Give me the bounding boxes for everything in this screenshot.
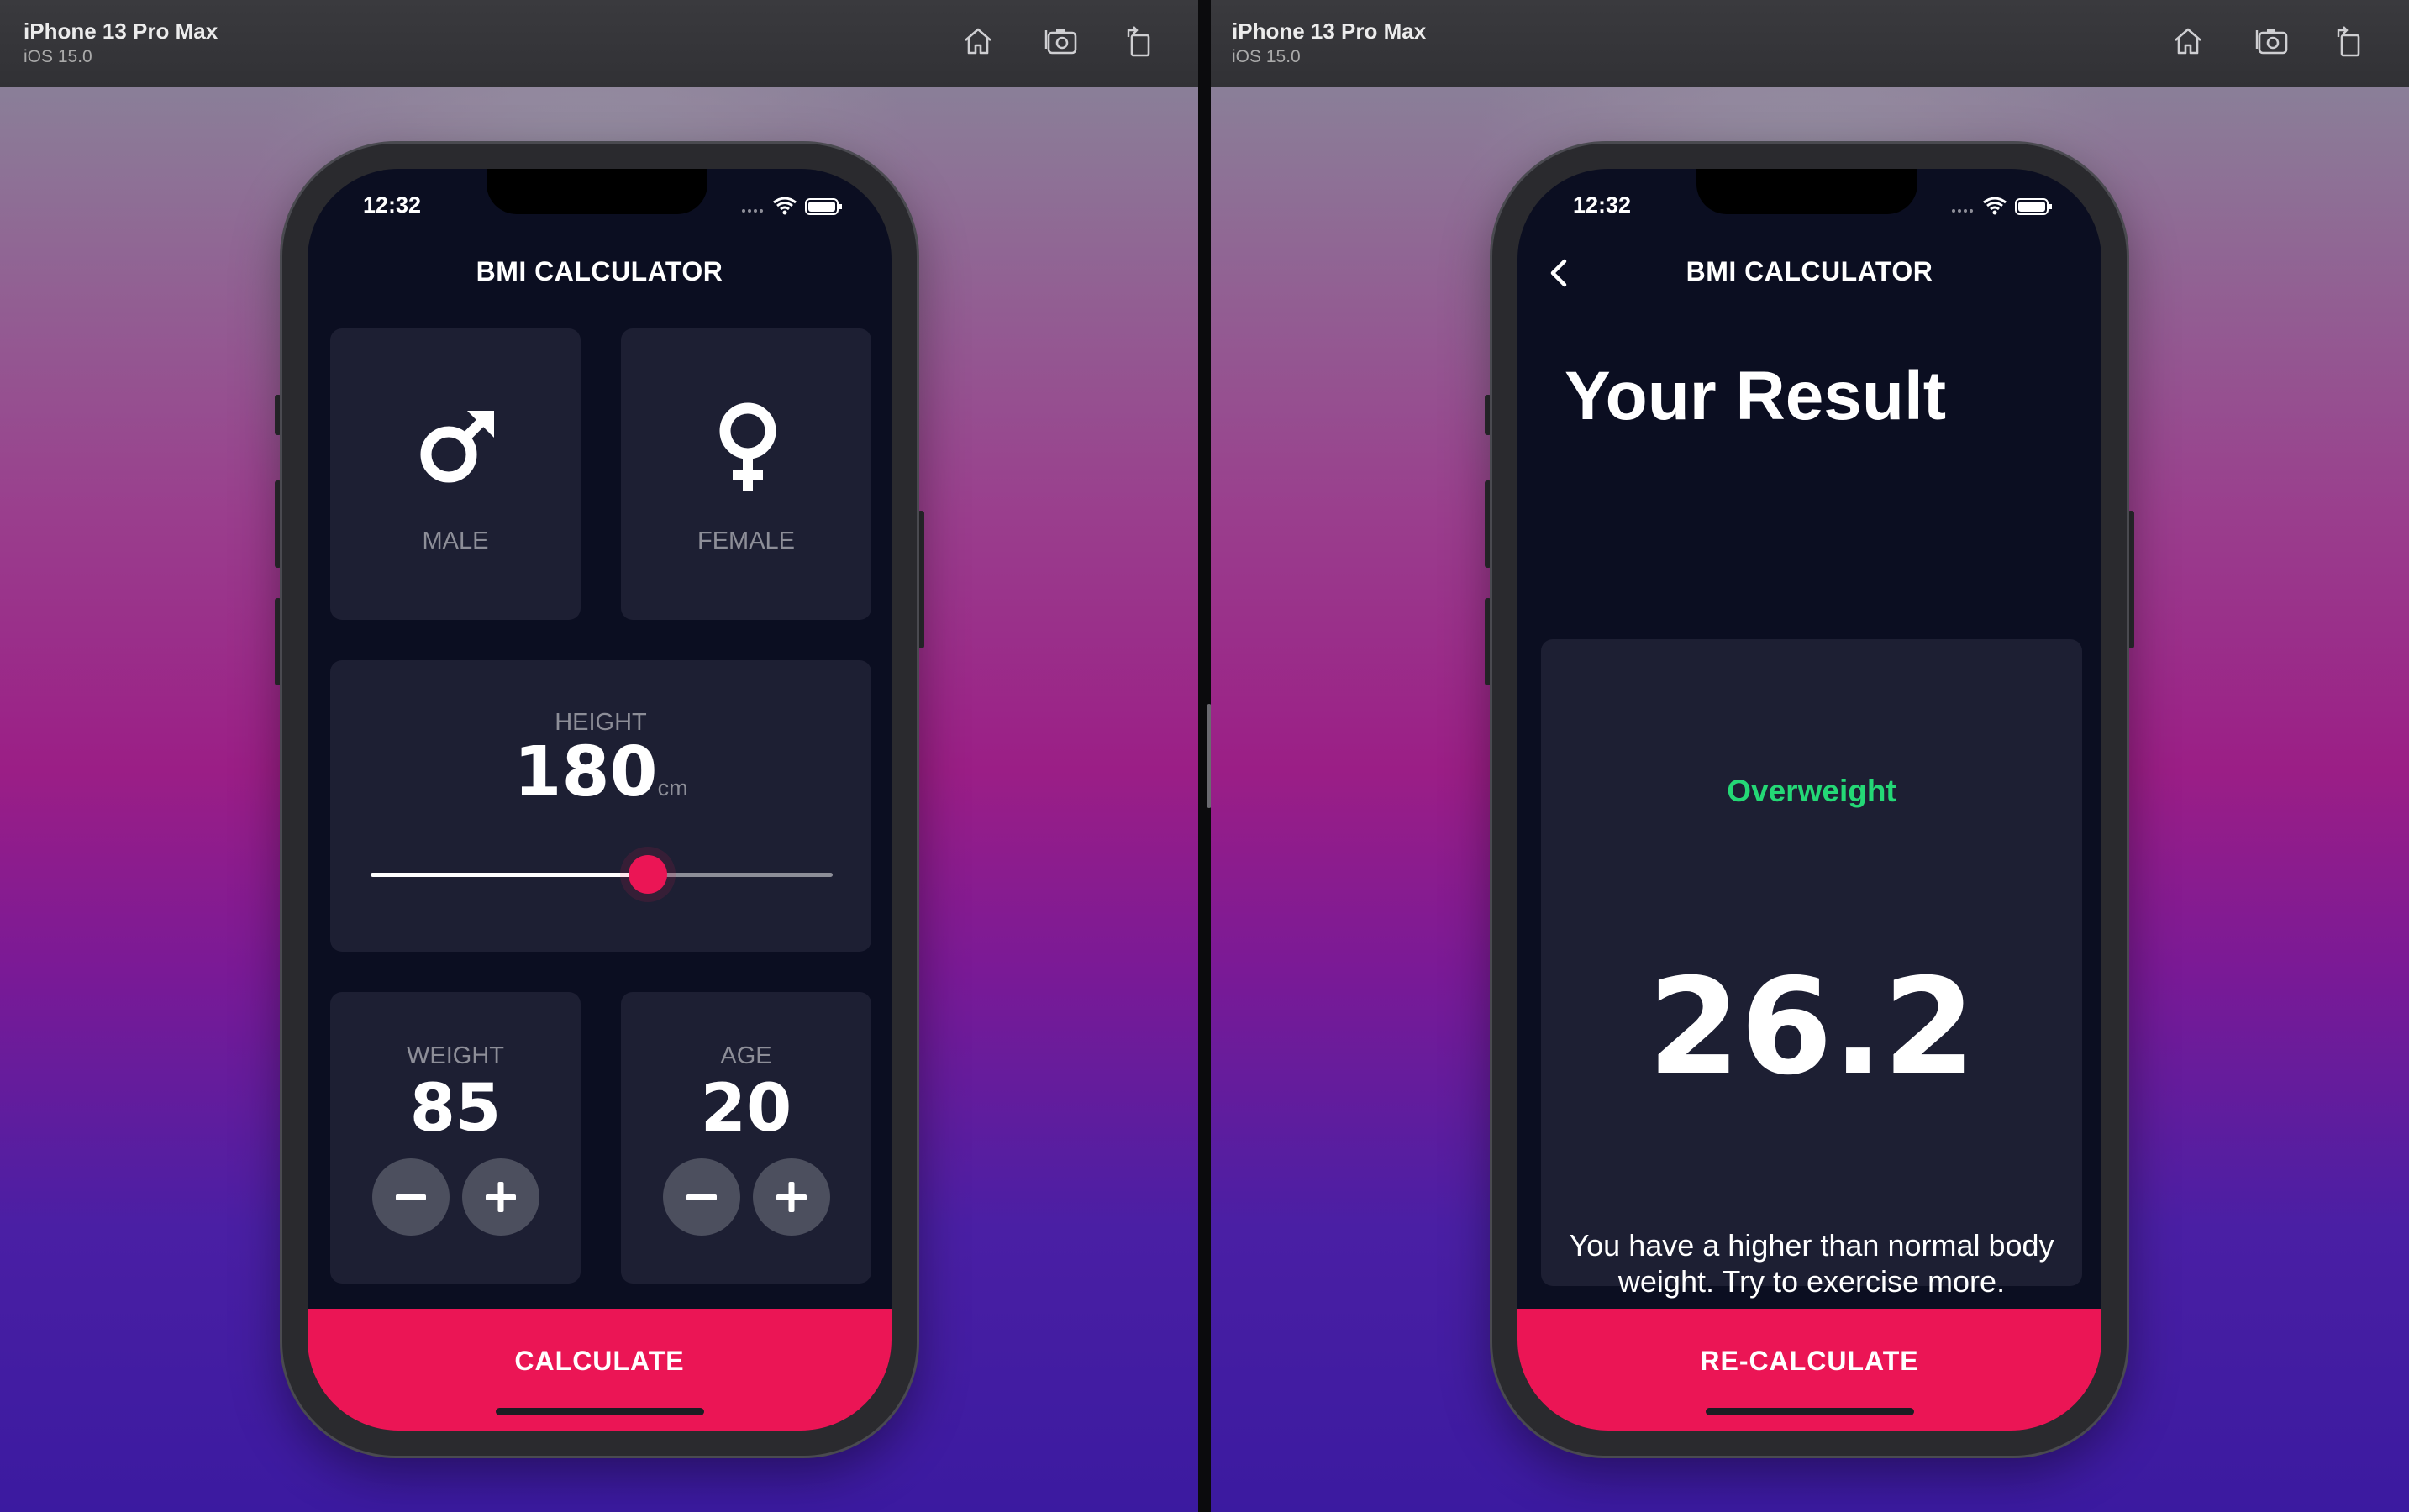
rotate-icon[interactable] (2330, 22, 2369, 60)
iphone-frame: 12:32 BMI CALCULATOR Your Result Overwei… (1492, 144, 2127, 1456)
volume-up-button (1485, 480, 1491, 568)
plus-icon (776, 1182, 807, 1212)
simulator-titlebar: iPhone 13 Pro Max iOS 15.0 (0, 0, 1198, 87)
weight-minus-button[interactable] (372, 1158, 450, 1236)
mute-switch (275, 395, 281, 435)
male-label: MALE (422, 528, 489, 554)
height-value: 180 (513, 732, 658, 812)
recalculate-button[interactable]: RE-CALCULATE (1517, 1309, 2101, 1431)
result-card: Overweight 26.2 You have a higher than n… (1541, 639, 2082, 1299)
power-button (2128, 511, 2134, 648)
notch (487, 169, 707, 214)
power-button (918, 511, 924, 648)
app-title: BMI CALCULATOR (1686, 256, 1933, 286)
minus-icon (686, 1194, 717, 1200)
age-value: 20 (700, 1071, 792, 1147)
female-symbol-icon (719, 402, 776, 491)
iphone-frame: 12:32 BMI CALCULATOR MALE FEMALE HEIGHT … (282, 144, 917, 1456)
mute-switch (1485, 395, 1491, 435)
height-unit: cm (657, 775, 688, 801)
minus-icon (396, 1194, 426, 1200)
age-minus-button[interactable] (663, 1158, 740, 1236)
weight-card: WEIGHT 85 (330, 992, 581, 1284)
volume-up-button (275, 480, 281, 568)
app-screen: 12:32 BMI CALCULATOR MALE FEMALE HEIGHT … (308, 169, 892, 1431)
rotate-icon[interactable] (1120, 22, 1159, 60)
gender-card-male[interactable]: MALE (330, 328, 581, 620)
home-indicator (1706, 1408, 1914, 1415)
screenshot-icon[interactable] (1042, 22, 1081, 60)
device-name: iPhone 13 Pro Max (24, 18, 218, 44)
app-title: BMI CALCULATOR (476, 256, 723, 286)
weight-value: 85 (409, 1071, 502, 1147)
screenshot-icon[interactable] (2253, 22, 2291, 60)
bmi-status: Overweight (1727, 774, 1896, 808)
status-icons (742, 197, 842, 215)
age-card: AGE 20 (621, 992, 871, 1284)
volume-down-button (275, 598, 281, 685)
bmi-message: You have a higher than normal body weigh… (1569, 1228, 2054, 1299)
calculate-button-label: CALCULATE (514, 1346, 685, 1376)
weight-label: WEIGHT (407, 1042, 504, 1069)
home-icon[interactable] (2169, 22, 2207, 60)
gender-card-female[interactable]: FEMALE (621, 328, 871, 620)
result-title: Your Result (1565, 358, 1947, 434)
age-plus-button[interactable] (753, 1158, 830, 1236)
plus-icon (486, 1182, 516, 1212)
simulator-titlebar: iPhone 13 Pro Max iOS 15.0 (1211, 0, 2409, 87)
slider-thumb[interactable] (629, 855, 667, 894)
height-card: HEIGHT 180cm (330, 660, 871, 952)
status-time: 12:32 (1573, 192, 1632, 218)
simulator-window-right: iPhone 13 Pro Max iOS 15.0 12:32 BMI CAL… (1211, 0, 2409, 1512)
wifi-icon (773, 197, 797, 211)
slider-track-active (371, 873, 648, 877)
weight-plus-button[interactable] (462, 1158, 539, 1236)
recalculate-button-label: RE-CALCULATE (1700, 1346, 1919, 1376)
home-icon[interactable] (959, 22, 997, 60)
male-symbol-icon (420, 411, 494, 483)
app-screen: 12:32 BMI CALCULATOR Your Result Overwei… (1517, 169, 2101, 1431)
age-label: AGE (720, 1042, 772, 1069)
os-version: iOS 15.0 (1232, 47, 1301, 66)
device-name: iPhone 13 Pro Max (1232, 18, 1427, 44)
female-label: FEMALE (697, 528, 796, 554)
height-slider[interactable] (371, 849, 833, 900)
height-value-row: 180cm (330, 732, 871, 812)
notch (1696, 169, 1917, 214)
slider-track-inactive (648, 873, 833, 877)
home-indicator (496, 1408, 704, 1415)
volume-down-button (1485, 598, 1491, 685)
os-version: iOS 15.0 (24, 47, 92, 66)
status-time: 12:32 (363, 192, 422, 218)
status-icons (1952, 197, 2052, 215)
bmi-value: 26.2 (1648, 950, 1975, 1105)
simulator-window-left: iPhone 13 Pro Max iOS 15.0 12:32 BMI CAL… (0, 0, 1198, 1512)
calculate-button[interactable]: CALCULATE (308, 1309, 892, 1431)
